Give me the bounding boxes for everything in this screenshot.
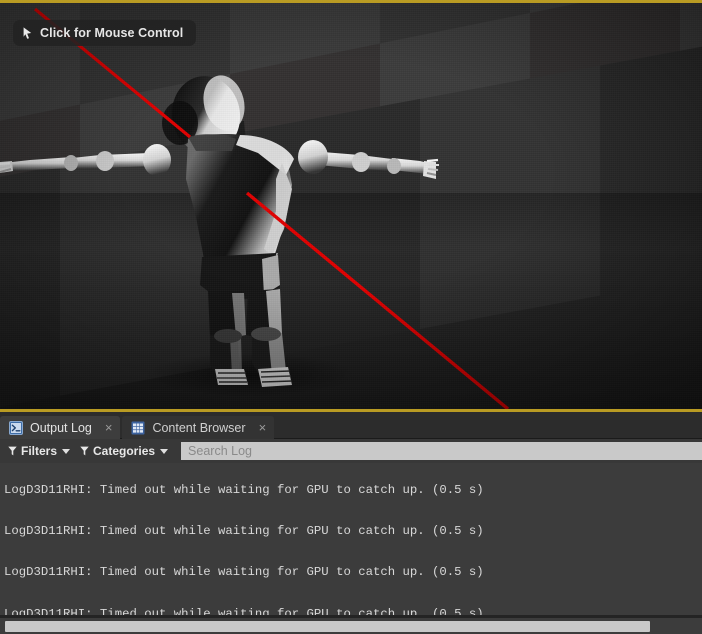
log-line: LogD3D11RHI: Timed out while waiting for… [4, 565, 484, 580]
log-line: LogD3D11RHI: Timed out while waiting for… [4, 482, 484, 497]
horizontal-scrollbar-thumb[interactable] [5, 621, 650, 632]
tab-output-log-label: Output Log [30, 420, 92, 435]
console-icon [9, 420, 23, 435]
filters-label: Filters [21, 444, 58, 458]
funnel-icon [8, 446, 17, 456]
tab-output-log-close-icon[interactable]: × [105, 421, 113, 434]
tab-content-browser[interactable]: Content Browser × [122, 416, 275, 439]
editor-viewport[interactable]: Click for Mouse Control [0, 0, 702, 412]
categories-dropdown-button[interactable]: Categories [77, 441, 175, 461]
horizontal-scrollbar[interactable] [0, 618, 702, 634]
log-line: LogD3D11RHI: Timed out while waiting for… [4, 606, 484, 615]
dock-tab-strip: Output Log × Content Browser × [0, 412, 702, 439]
character-mannequin [0, 75, 439, 397]
cursor-arrow-icon [23, 27, 32, 39]
tab-output-log[interactable]: Output Log × [0, 416, 121, 439]
mouse-control-label: Click for Mouse Control [40, 26, 184, 40]
search-log-input[interactable] [181, 442, 702, 460]
filters-chevron-down-icon [62, 448, 71, 454]
log-filter-bar: Filters Categories [0, 439, 702, 463]
grid-icon [131, 421, 145, 434]
bottom-dock-panel: Output Log × Content Browser × Filters C… [0, 412, 702, 634]
3d-scene [0, 3, 702, 409]
click-for-mouse-control-button[interactable]: Click for Mouse Control [13, 20, 197, 46]
tab-content-browser-close-icon[interactable]: × [259, 421, 267, 434]
filters-dropdown-button[interactable]: Filters [5, 441, 77, 461]
categories-chevron-down-icon [160, 448, 169, 454]
tab-content-browser-label: Content Browser [152, 420, 246, 435]
log-output-area[interactable]: LogD3D11RHI: Timed out while waiting for… [0, 463, 702, 615]
log-line-list: LogD3D11RHI: Timed out while waiting for… [4, 463, 484, 615]
log-line: LogD3D11RHI: Timed out while waiting for… [4, 523, 484, 538]
categories-label: Categories [93, 444, 156, 458]
funnel-icon [80, 446, 89, 456]
